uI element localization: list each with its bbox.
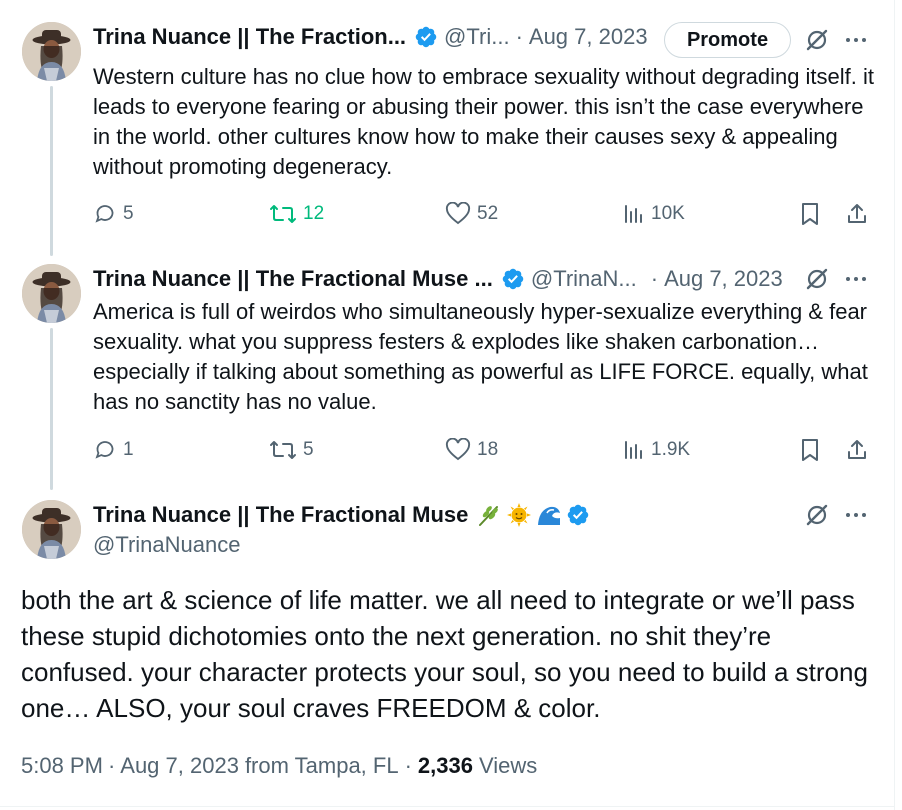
views-button[interactable]: 10K <box>623 199 685 229</box>
reply-icon <box>95 441 114 459</box>
herb-emoji <box>476 502 502 528</box>
timeline-bottom-border <box>0 806 894 807</box>
views-icon <box>625 205 642 223</box>
avatar[interactable] <box>22 22 81 81</box>
separator-dot: · <box>404 753 412 778</box>
verified-icon[interactable] <box>566 503 590 527</box>
thread-connector <box>50 86 53 256</box>
verified-icon[interactable] <box>501 267 525 291</box>
reply-button[interactable]: 1 <box>93 435 134 465</box>
retweet-button[interactable]: 5 <box>269 435 314 465</box>
tweet-time[interactable]: 5:08 PM <box>21 753 103 779</box>
avatar[interactable] <box>22 500 81 559</box>
tweet-actions: 5 12 52 10K <box>93 199 873 229</box>
tweet-date[interactable]: Aug 7, 2023 <box>529 24 648 50</box>
retweet-count: 12 <box>303 203 325 224</box>
like-icon <box>445 202 471 225</box>
like-count: 18 <box>477 439 499 460</box>
share-icon <box>848 204 866 223</box>
verified-icon[interactable] <box>414 25 438 49</box>
reply-count: 1 <box>123 439 134 460</box>
views-count: 1.9K <box>651 439 691 460</box>
retweet-count: 5 <box>303 439 314 460</box>
bookmark-icon <box>802 203 818 225</box>
separator-dot: · <box>650 266 659 291</box>
tweet-date[interactable]: Aug 7, 2023 <box>120 753 239 779</box>
share-button[interactable] <box>845 199 875 229</box>
tweet-header: Trina Nuance || The Fraction... @Tri... … <box>93 22 648 52</box>
views-label: Views <box>478 753 538 778</box>
retweet-icon <box>270 205 296 223</box>
promote-button[interactable]: Promote <box>664 22 791 58</box>
bookmark-button[interactable] <box>799 199 827 229</box>
grok-icon[interactable] <box>803 265 831 293</box>
bookmark-icon <box>802 439 818 461</box>
tweet-date[interactable]: Aug 7, 2023 <box>664 266 783 292</box>
views-button[interactable]: 1.9K <box>623 435 690 465</box>
like-button[interactable]: 52 <box>445 199 498 229</box>
views-count: 2,336 <box>417 753 473 778</box>
tweet-text: America is full of weirdos who simultane… <box>93 299 868 414</box>
author-handle[interactable]: @Tri... <box>444 24 510 50</box>
views-count: 10K <box>651 203 685 224</box>
share-icon <box>848 440 866 459</box>
grok-icon[interactable] <box>803 26 831 54</box>
like-icon <box>445 438 471 461</box>
thread-connector <box>50 328 53 490</box>
like-count: 52 <box>477 203 499 224</box>
avatar[interactable] <box>22 264 81 323</box>
grok-icon[interactable] <box>803 501 831 529</box>
wave-emoji <box>536 502 562 528</box>
separator-dot: · <box>515 24 523 49</box>
tweet-header: Trina Nuance || The Fractional Muse ... … <box>93 264 783 294</box>
more-icon[interactable] <box>842 501 870 529</box>
author-name[interactable]: Trina Nuance || The Fractional Muse ... <box>93 266 493 292</box>
share-button[interactable] <box>845 435 875 465</box>
views-icon <box>625 441 642 459</box>
main-tweet-header: Trina Nuance || The Fractional Muse <box>93 500 596 530</box>
tweet-location: from Tampa, FL <box>244 753 399 778</box>
more-icon[interactable] <box>842 26 870 54</box>
author-handle[interactable]: @TrinaN... <box>531 266 637 292</box>
author-name[interactable]: Trina Nuance || The Fraction... <box>93 24 406 50</box>
reply-icon <box>95 205 114 223</box>
bookmark-button[interactable] <box>799 435 827 465</box>
sun-emoji <box>506 502 532 528</box>
timeline-right-border <box>894 0 895 810</box>
retweet-button[interactable]: 12 <box>269 199 324 229</box>
tweet-actions: 1 5 18 1.9K <box>93 435 873 465</box>
more-icon[interactable] <box>842 265 870 293</box>
author-handle[interactable]: @TrinaNuance <box>93 530 240 560</box>
like-button[interactable]: 18 <box>445 435 498 465</box>
tweet-text: Western culture has no clue how to embra… <box>93 64 874 179</box>
reply-button[interactable]: 5 <box>93 199 134 229</box>
separator-dot: · <box>107 753 116 778</box>
reply-count: 5 <box>123 203 134 224</box>
main-tweet-text: both the art & science of life matter. w… <box>21 585 868 723</box>
author-name[interactable]: Trina Nuance || The Fractional Muse <box>93 502 468 528</box>
retweet-icon <box>270 441 296 459</box>
tweet-meta: 5:08 PM · Aug 7, 2023 from Tampa, FL · 2… <box>21 749 537 783</box>
